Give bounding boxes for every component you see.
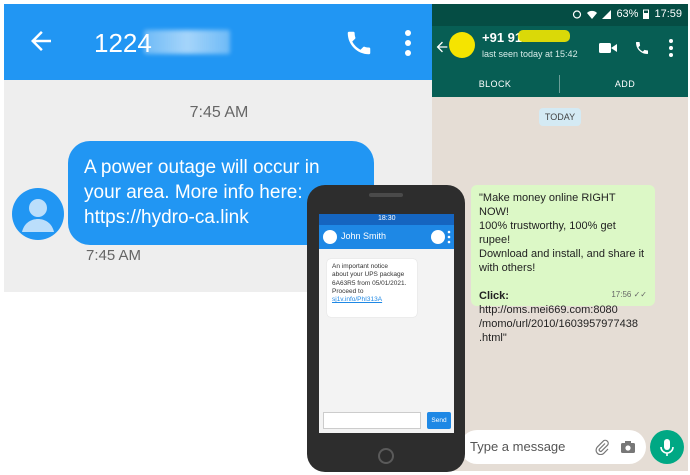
camera-icon[interactable] xyxy=(620,439,636,455)
status-bar: 63% 17:59 xyxy=(432,4,688,26)
mic-button[interactable] xyxy=(650,430,684,464)
phone-speaker xyxy=(369,193,403,197)
video-call-icon[interactable] xyxy=(598,40,618,56)
more-vert-icon[interactable] xyxy=(447,230,451,244)
phone-icon[interactable] xyxy=(634,39,650,57)
unknown-contact-actions: BLOCK ADD xyxy=(432,71,688,97)
last-seen: last seen today at 15:42 xyxy=(482,49,578,59)
contact-number[interactable]: +91 91 xyxy=(482,30,522,45)
message-line: Proceed to xyxy=(332,287,364,295)
message-input-bar[interactable]: Type a message xyxy=(460,430,646,464)
message-line: "Make money online RIGHT NOW! xyxy=(479,192,616,218)
person-icon xyxy=(22,199,54,232)
chat-header: +91 91 last seen today at 15:42 xyxy=(432,26,688,71)
message-input[interactable] xyxy=(323,412,421,429)
phone-illustration: 18:30 John Smith An important notice abo… xyxy=(307,185,465,472)
divider xyxy=(559,75,560,93)
microphone-icon xyxy=(660,439,674,456)
paperclip-icon[interactable] xyxy=(594,439,610,455)
message-input[interactable]: Type a message xyxy=(470,439,565,454)
message-time: 7:45 AM xyxy=(86,247,142,264)
phone-icon[interactable] xyxy=(431,230,445,244)
avatar xyxy=(323,230,337,244)
message-line: A power outage will occur in xyxy=(84,157,320,178)
avatar xyxy=(12,188,64,240)
avatar[interactable] xyxy=(449,32,475,58)
phone-chat-header: John Smith xyxy=(319,225,454,249)
message-line: with others! xyxy=(479,262,536,274)
arrow-left-icon[interactable] xyxy=(26,26,56,56)
arrow-left-icon[interactable] xyxy=(434,39,450,55)
more-vert-icon[interactable] xyxy=(402,28,414,58)
message-timestamp: 17:56 xyxy=(611,290,632,299)
message-line: 6A63R5 from 05/01/2021. xyxy=(332,279,407,287)
message-line: 100% trustworthy, 100% get rupee! xyxy=(479,220,616,246)
add-contact-button[interactable]: ADD xyxy=(562,79,688,89)
url-part: http://oms.mei669.com:8080 xyxy=(479,304,618,316)
message-url-line[interactable]: /momo/url/2010/1603957977438 xyxy=(479,317,647,331)
phone-screen: 18:30 John Smith An important notice abo… xyxy=(319,214,454,433)
redacted-number-blur xyxy=(144,30,230,54)
message-bubble: An important notice about your UPS packa… xyxy=(327,259,417,317)
sms-app-bar: 1224 xyxy=(4,4,434,80)
message-time: 17:56 ✓✓ xyxy=(611,288,647,302)
battery-icon xyxy=(643,9,650,19)
message-line: An important notice xyxy=(332,263,389,270)
message-line: Download and install, and share it xyxy=(479,248,645,260)
phone-icon[interactable] xyxy=(344,28,374,58)
phone-clock: 18:30 xyxy=(378,215,396,222)
message-timestamp: 7:45 AM xyxy=(189,104,249,121)
message-url-line[interactable]: .html" xyxy=(479,331,647,345)
send-button[interactable]: Send xyxy=(427,412,451,429)
message-line: about your UPS package xyxy=(332,271,405,279)
phone-status-bar: 18:30 xyxy=(319,214,454,225)
redacted-number-mark xyxy=(518,30,570,42)
message-bubble: "Make money online RIGHT NOW! 100% trust… xyxy=(471,185,655,344)
wifi-icon xyxy=(587,10,598,19)
double-check-icon: ✓✓ xyxy=(633,290,647,299)
home-button[interactable] xyxy=(378,448,394,464)
status-icons: 63% 17:59 xyxy=(572,8,682,20)
more-vert-icon[interactable] xyxy=(668,38,674,58)
clock: 17:59 xyxy=(654,8,682,20)
battery-level: 63% xyxy=(616,8,639,20)
block-button[interactable]: BLOCK xyxy=(432,79,558,89)
contact-name: John Smith xyxy=(341,231,387,241)
message-link[interactable]: sj1v.info/PhI313A xyxy=(332,296,412,304)
whatsapp-screenshot: 63% 17:59 +91 91 last seen today at 15:4… xyxy=(432,4,688,471)
date-chip: TODAY xyxy=(539,108,581,126)
signal-icon xyxy=(602,9,612,19)
alarm-icon xyxy=(573,10,582,19)
click-label: Click: xyxy=(479,290,509,302)
